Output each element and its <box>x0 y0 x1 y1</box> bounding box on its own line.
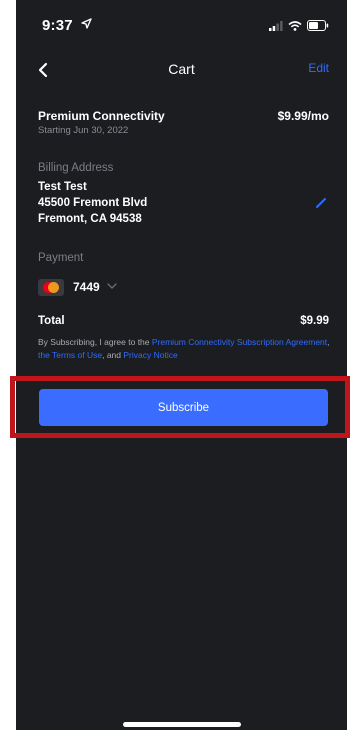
subscription-agreement-link[interactable]: Premium Connectivity Subscription Agreem… <box>152 337 327 347</box>
billing-address-heading: Billing Address <box>38 162 114 174</box>
agreement-separator: , <box>327 337 330 347</box>
status-icons <box>269 20 329 31</box>
terms-of-use-link[interactable]: the Terms of Use <box>38 350 102 360</box>
plan-start-date: Starting Jun 30, 2022 <box>38 125 129 136</box>
agreement-text: By Subscribing, I agree to the Premium C… <box>38 336 338 362</box>
highlight-box <box>10 376 350 438</box>
billing-city: Fremont, CA 94538 <box>38 213 142 225</box>
plan-price: $9.99/mo <box>277 109 329 123</box>
plan-name: Premium Connectivity <box>38 109 165 123</box>
chevron-down-icon <box>107 282 117 289</box>
phone-screen: 9:37 Cart Edit Premium Connectivity Star… <box>16 0 347 730</box>
agreement-prefix: By Subscribing, I agree to the <box>38 337 152 347</box>
signal-icon <box>269 20 283 31</box>
battery-icon <box>307 20 329 31</box>
nav-bar: Cart Edit <box>16 55 347 85</box>
status-time: 9:37 <box>42 17 73 34</box>
edit-address-pencil-icon[interactable] <box>315 197 327 209</box>
agreement-and: , and <box>102 350 124 360</box>
status-bar: 9:37 <box>16 0 347 50</box>
privacy-notice-link[interactable]: Privacy Notice <box>123 350 177 360</box>
card-last4: 7449 <box>73 280 100 294</box>
billing-name: Test Test <box>38 181 87 193</box>
location-arrow-icon <box>81 18 92 29</box>
billing-street: 45500 Fremont Blvd <box>38 197 148 209</box>
payment-heading: Payment <box>38 252 84 264</box>
mastercard-icon <box>38 278 64 296</box>
page-title: Cart <box>168 61 195 77</box>
wifi-icon <box>288 20 302 31</box>
total-label: Total <box>38 315 65 327</box>
edit-button[interactable]: Edit <box>308 61 329 75</box>
total-value: $9.99 <box>300 315 329 327</box>
payment-card-selector[interactable]: 7449 <box>38 278 117 296</box>
home-indicator <box>123 722 241 727</box>
